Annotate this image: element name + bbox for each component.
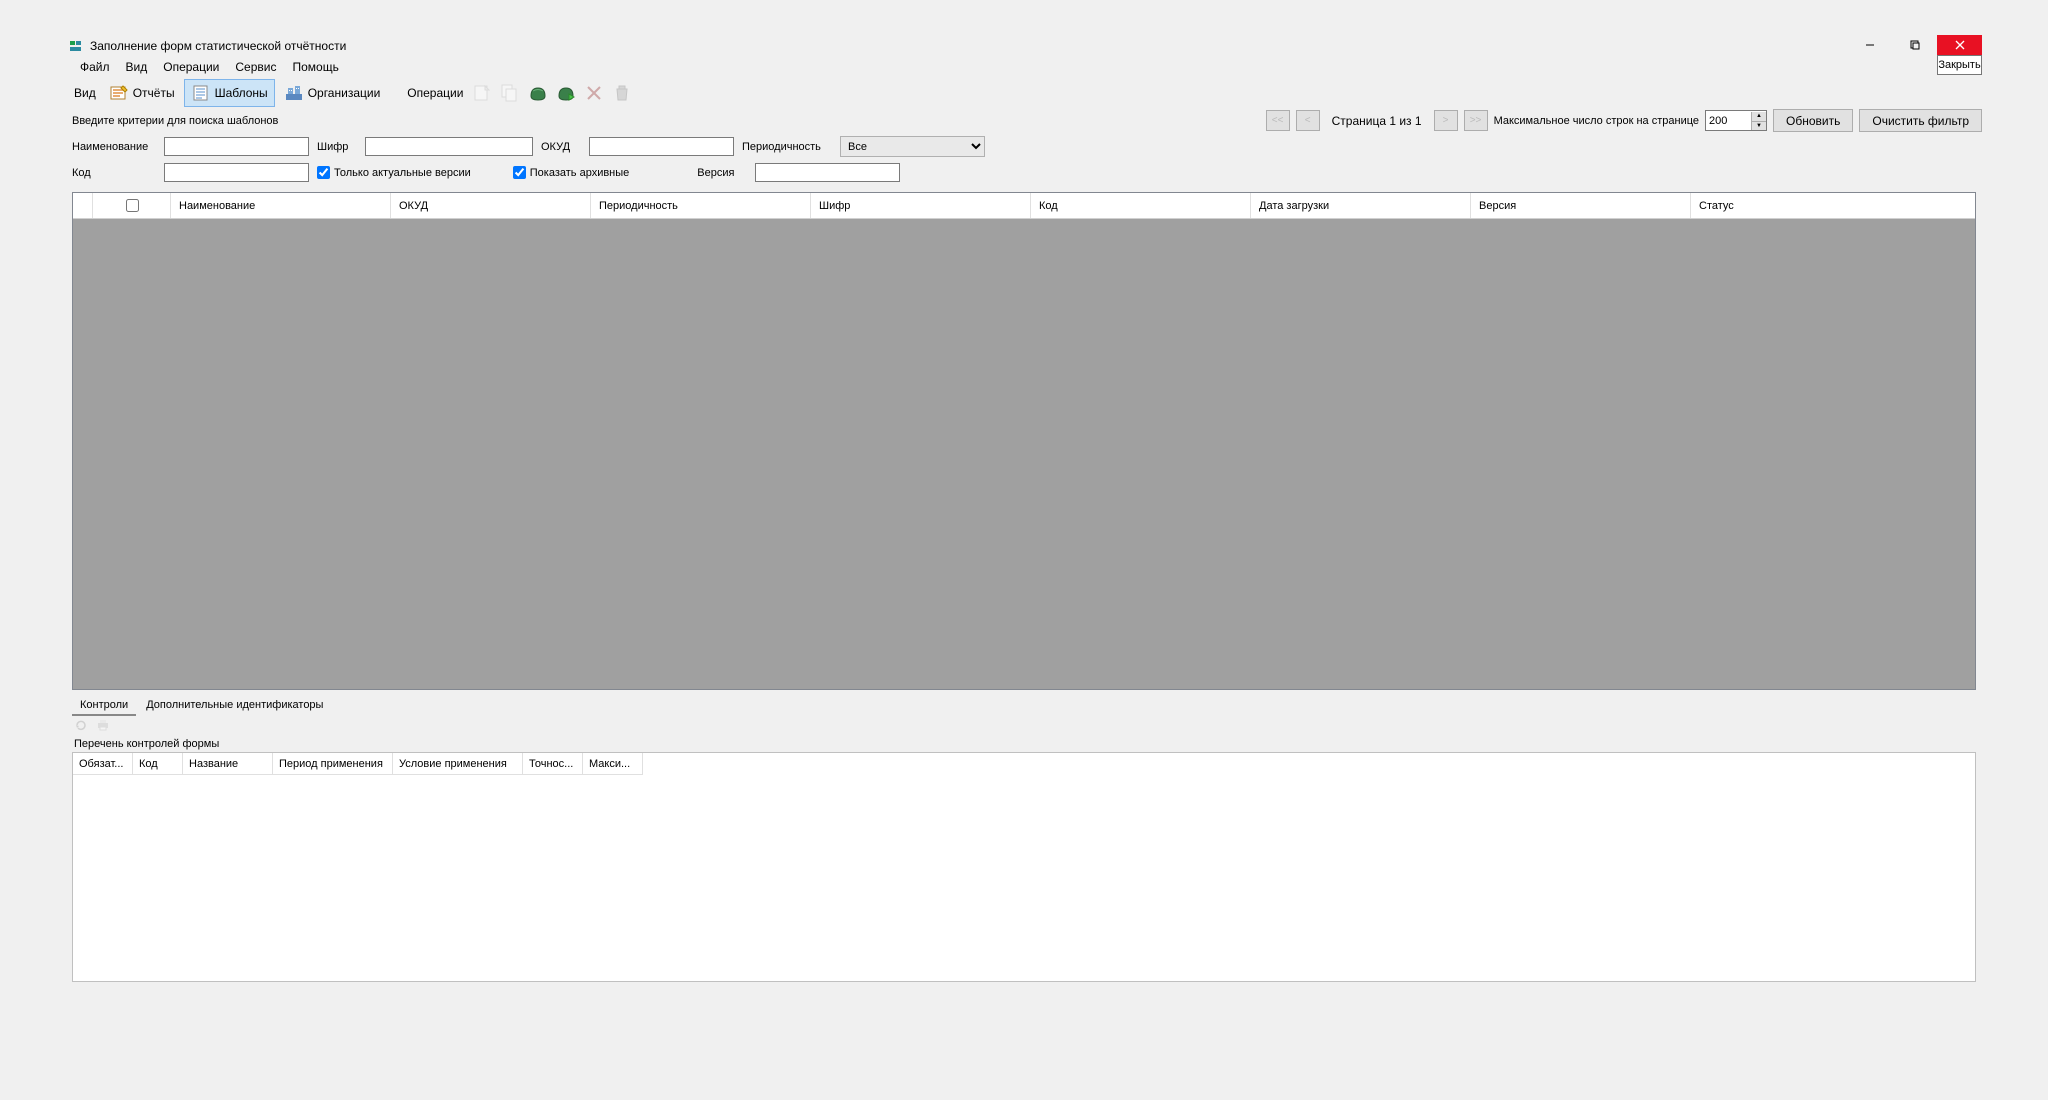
clear-filter-button[interactable]: Очистить фильтр — [1859, 109, 1982, 132]
spin-down-icon[interactable]: ▼ — [1751, 121, 1766, 130]
menu-file[interactable]: Файл — [72, 58, 118, 76]
max-rows-label: Максимальное число строк на странице — [1494, 115, 1699, 127]
toolbar-templates-button[interactable]: Шаблоны — [184, 79, 275, 107]
ctrl-col-code[interactable]: Код — [133, 753, 183, 775]
filter-code-label: Код — [72, 167, 156, 179]
show-archive-checkbox[interactable]: Показать архивные — [513, 166, 630, 179]
menu-operations[interactable]: Операции — [155, 58, 227, 76]
main-window: Заполнение форм статистической отчётност… — [66, 35, 1982, 1075]
filter-periodicity-label: Периодичность — [742, 141, 832, 153]
ctrl-col-condition[interactable]: Условие применения — [393, 753, 523, 775]
grid-col-okud[interactable]: ОКУД — [391, 193, 591, 218]
grid-col-status[interactable]: Статус — [1691, 193, 1975, 218]
filter-periodicity-select[interactable]: Все — [840, 136, 985, 157]
filter-name-label: Наименование — [72, 141, 156, 153]
grid-col-periodicity[interactable]: Периодичность — [591, 193, 811, 218]
filter-name-input[interactable] — [164, 137, 309, 156]
orgs-icon — [284, 83, 304, 103]
window-title: Заполнение форм статистической отчётност… — [90, 39, 346, 53]
menu-help[interactable]: Помощь — [284, 58, 346, 76]
grid-col-code[interactable]: Код — [1031, 193, 1251, 218]
toolbar: Вид Отчёты Шаблоны Организации Операции — [66, 77, 1982, 109]
toolbar-orgs-label: Организации — [308, 86, 381, 100]
max-rows-input[interactable] — [1706, 112, 1751, 130]
tab-extra-ids[interactable]: Дополнительные идентификаторы — [138, 696, 331, 716]
grid-col-name[interactable]: Наименование — [171, 193, 391, 218]
pager-page-text: Страница 1 из 1 — [1326, 114, 1428, 128]
toolbar-reports-button[interactable]: Отчёты — [102, 79, 182, 107]
op-import-icon-button[interactable] — [525, 80, 551, 106]
op-delete-icon-button[interactable] — [581, 80, 607, 106]
op-new-icon-button[interactable] — [469, 80, 495, 106]
filter-code-input[interactable] — [164, 163, 309, 182]
spin-up-icon[interactable]: ▲ — [1751, 112, 1766, 121]
filter-okud-input[interactable] — [589, 137, 734, 156]
toolbar-view-label: Вид — [70, 86, 100, 100]
controls-grid: Обязат... Код Название Период применения… — [72, 752, 1976, 982]
ctrl-col-name[interactable]: Название — [183, 753, 273, 775]
close-tooltip: Закрыть — [1937, 55, 1982, 75]
templates-icon — [191, 83, 211, 103]
pager-prev-button[interactable]: < — [1296, 110, 1320, 131]
op-trash-icon-button[interactable] — [609, 80, 635, 106]
reports-icon — [109, 83, 129, 103]
pager-bar: << < Страница 1 из 1 > >> Максимальное ч… — [1266, 109, 1982, 132]
ctrl-col-max[interactable]: Макси... — [583, 753, 643, 775]
pager-next-button[interactable]: > — [1434, 110, 1458, 131]
filter-okud-label: ОКУД — [541, 141, 581, 153]
toolbar-templates-label: Шаблоны — [215, 86, 268, 100]
filter-cipher-label: Шифр — [317, 141, 357, 153]
pager-last-button[interactable]: >> — [1464, 110, 1488, 131]
only-actual-checkbox-input[interactable] — [317, 166, 330, 179]
criteria-hint: Введите критерии для поиска шаблонов — [66, 113, 284, 129]
toolbar-ops-label: Операции — [403, 86, 467, 100]
close-button[interactable] — [1937, 35, 1982, 55]
ctrl-col-precision[interactable]: Точнос... — [523, 753, 583, 775]
show-archive-label: Показать архивные — [530, 167, 630, 179]
maximize-button[interactable] — [1892, 35, 1937, 55]
filter-row-2: Код Только актуальные версии Показать ар… — [66, 161, 1982, 184]
bottom-tabs: Контроли Дополнительные идентификаторы — [66, 690, 1982, 716]
controls-sub-toolbar — [66, 716, 1982, 736]
filter-version-input[interactable] — [755, 163, 900, 182]
op-copy-icon-button[interactable] — [497, 80, 523, 106]
tab-controls[interactable]: Контроли — [72, 696, 136, 716]
controls-list-label: Перечень контролей формы — [66, 736, 1982, 752]
pager-first-button[interactable]: << — [1266, 110, 1290, 131]
app-icon — [68, 38, 84, 54]
only-actual-checkbox[interactable]: Только актуальные версии — [317, 166, 471, 179]
grid-col-checkbox[interactable] — [93, 193, 171, 218]
toolbar-orgs-button[interactable]: Организации — [277, 79, 388, 107]
titlebar: Заполнение форм статистической отчётност… — [66, 35, 1982, 57]
refresh-button[interactable]: Обновить — [1773, 109, 1853, 132]
ctrl-col-required[interactable]: Обязат... — [73, 753, 133, 775]
ctrl-col-period[interactable]: Период применения — [273, 753, 393, 775]
menu-service[interactable]: Сервис — [227, 58, 284, 76]
max-rows-spinner[interactable]: ▲ ▼ — [1705, 110, 1767, 131]
toolbar-reports-label: Отчёты — [133, 86, 175, 100]
grid-col-cipher[interactable]: Шифр — [811, 193, 1031, 218]
menu-view[interactable]: Вид — [118, 58, 156, 76]
only-actual-label: Только актуальные версии — [334, 167, 471, 179]
op-export-icon-button[interactable] — [553, 80, 579, 106]
print-controls-icon[interactable] — [96, 718, 112, 734]
grid-col-load-date[interactable]: Дата загрузки — [1251, 193, 1471, 218]
refresh-controls-icon[interactable] — [74, 718, 90, 734]
filter-row-1: Наименование Шифр ОКУД Периодичность Все — [66, 134, 1982, 159]
menubar: Файл Вид Операции Сервис Помощь — [66, 57, 1982, 77]
minimize-button[interactable] — [1847, 35, 1892, 55]
filter-version-label: Версия — [697, 167, 747, 179]
grid-select-all-checkbox[interactable] — [126, 199, 139, 212]
grid-body-empty — [73, 219, 1975, 689]
show-archive-checkbox-input[interactable] — [513, 166, 526, 179]
controls-grid-header: Обязат... Код Название Период применения… — [73, 753, 1975, 775]
grid-header: Наименование ОКУД Периодичность Шифр Код… — [73, 193, 1975, 219]
templates-grid: Наименование ОКУД Периодичность Шифр Код… — [72, 192, 1976, 690]
grid-col-version[interactable]: Версия — [1471, 193, 1691, 218]
grid-col-blank — [73, 193, 93, 218]
filter-cipher-input[interactable] — [365, 137, 533, 156]
